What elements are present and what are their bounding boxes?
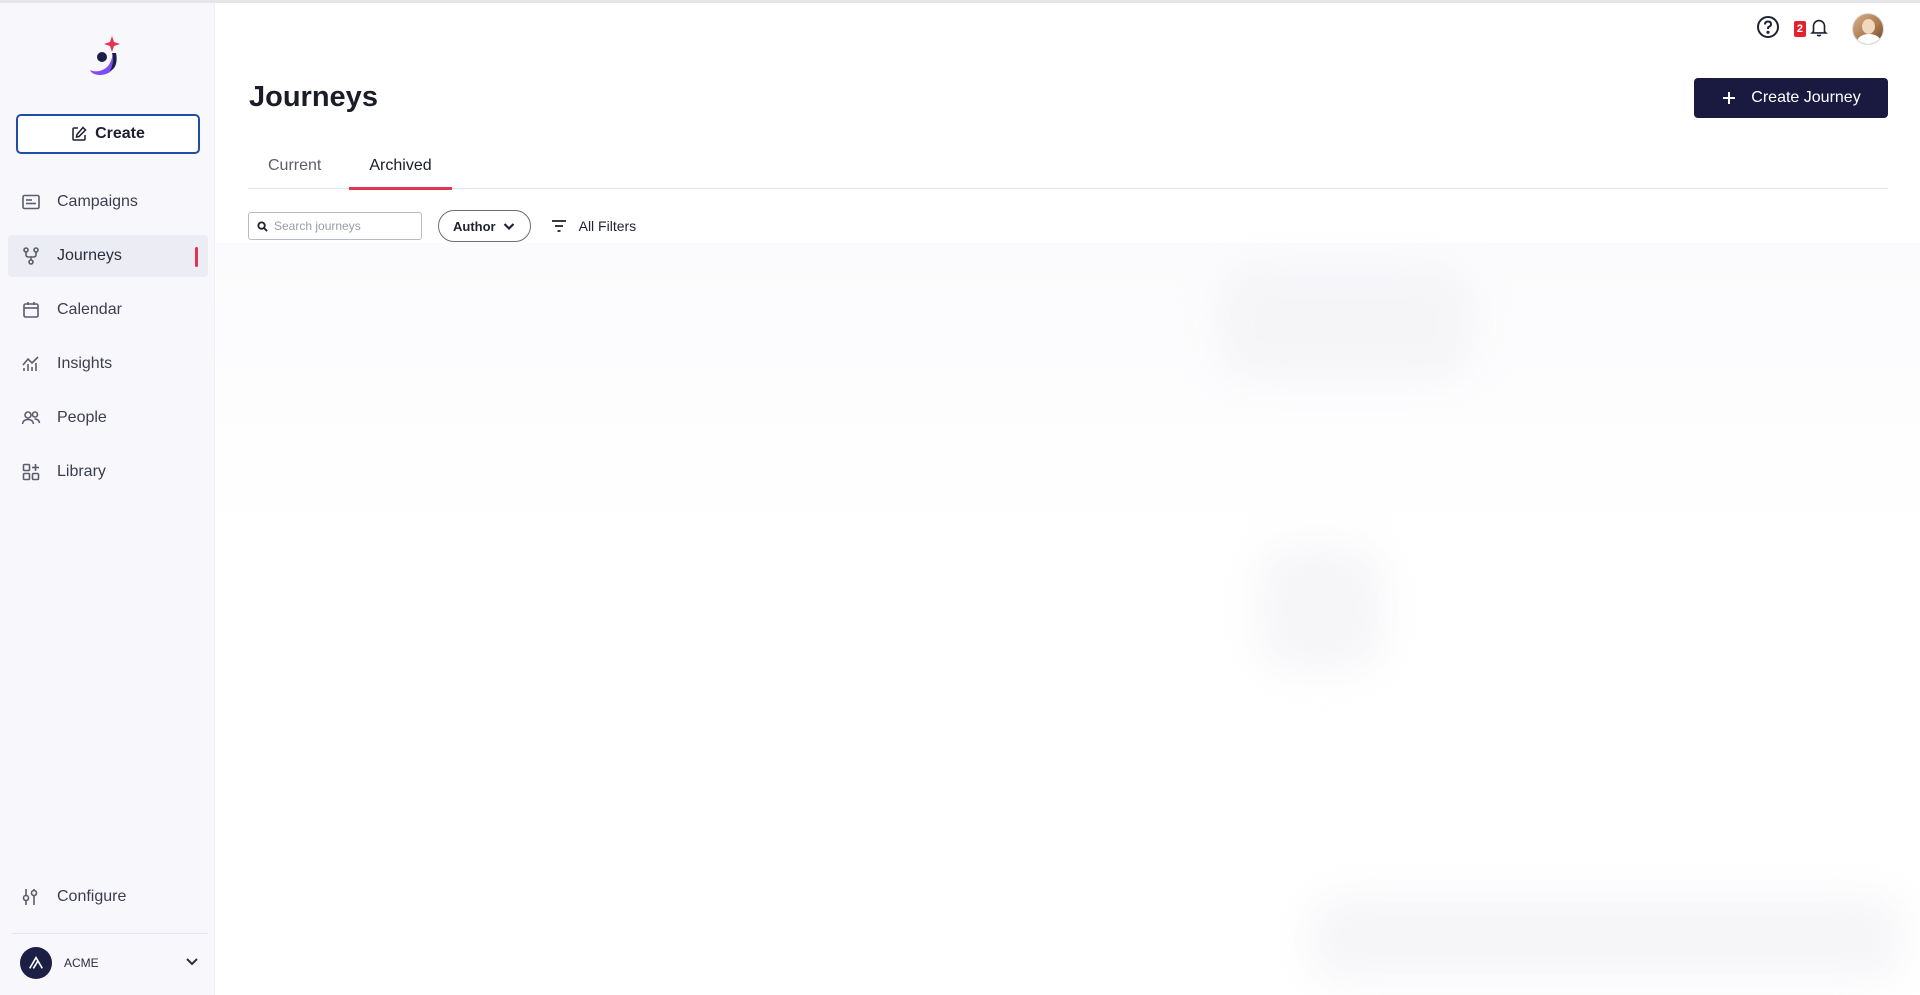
- org-name: ACME: [64, 956, 99, 970]
- library-icon: [20, 461, 42, 483]
- sidebar-divider: [12, 933, 208, 934]
- configure-icon: [22, 889, 38, 905]
- sidebar-item-library[interactable]: Library: [8, 451, 208, 493]
- chevron-down-icon: [184, 953, 200, 974]
- org-switcher[interactable]: ACME: [20, 947, 200, 979]
- main-content: 2 Journeys Create Journey Current Archiv…: [216, 3, 1920, 995]
- sidebar-item-label: People: [57, 409, 107, 426]
- sidebar: Create Campaigns Journeys Calendar Insig…: [0, 3, 215, 995]
- filter-icon: [551, 220, 566, 232]
- calendar-icon: [20, 299, 42, 321]
- create-journey-button[interactable]: Create Journey: [1694, 78, 1888, 118]
- bell-icon: [1808, 16, 1830, 43]
- help-icon[interactable]: [1756, 15, 1780, 44]
- campaigns-icon: [20, 191, 42, 213]
- author-filter-dropdown[interactable]: Author: [438, 210, 531, 242]
- insights-icon: [20, 353, 42, 375]
- sidebar-item-label: Journeys: [57, 247, 122, 264]
- loading-placeholder: [1216, 263, 1476, 383]
- sidebar-item-label: Calendar: [57, 301, 122, 318]
- all-filters-button[interactable]: All Filters: [549, 216, 637, 236]
- sidebar-item-configure[interactable]: Configure: [20, 887, 126, 907]
- journeys-icon: [20, 245, 42, 267]
- sidebar-item-label: Library: [57, 463, 106, 480]
- plus-icon: [1723, 92, 1736, 104]
- journeys-list-loading: [216, 243, 1920, 995]
- create-journey-label: Create Journey: [1751, 89, 1861, 106]
- sidebar-item-label: Campaigns: [57, 193, 138, 210]
- search-box[interactable]: [248, 212, 422, 240]
- author-filter-label: Author: [453, 218, 496, 234]
- sidebar-item-label: Insights: [57, 355, 113, 372]
- configure-label: Configure: [57, 888, 127, 905]
- app-window: Create Campaigns Journeys Calendar Insig…: [0, 0, 1920, 995]
- sidebar-item-journeys[interactable]: Journeys: [8, 235, 208, 277]
- sidebar-item-insights[interactable]: Insights: [8, 343, 208, 385]
- tab-archived[interactable]: Archived: [349, 143, 452, 190]
- create-button[interactable]: Create: [16, 114, 200, 154]
- app-logo[interactable]: [88, 35, 128, 79]
- people-icon: [20, 407, 42, 429]
- create-button-label: Create: [95, 125, 145, 142]
- filter-bar: Author All Filters: [248, 210, 636, 242]
- top-bar: 2: [1756, 13, 1884, 45]
- search-input[interactable]: [274, 219, 414, 233]
- active-indicator: [195, 247, 198, 267]
- sidebar-item-people[interactable]: People: [8, 397, 208, 439]
- all-filters-label: All Filters: [578, 218, 637, 234]
- chevron-down-icon: [503, 223, 514, 231]
- edit-icon: [72, 126, 87, 141]
- notification-badge: 2: [1793, 21, 1806, 37]
- sidebar-item-campaigns[interactable]: Campaigns: [8, 181, 208, 223]
- user-avatar[interactable]: [1852, 13, 1884, 45]
- tab-current[interactable]: Current: [248, 143, 341, 189]
- loading-placeholder: [1306, 893, 1906, 983]
- sidebar-item-calendar[interactable]: Calendar: [8, 289, 208, 331]
- search-icon: [257, 220, 268, 232]
- sidebar-nav: Campaigns Journeys Calendar Insights Peo…: [8, 181, 208, 505]
- org-logo-icon: [20, 947, 52, 979]
- journey-tabs: Current Archived: [248, 143, 1888, 190]
- page-title: Journeys: [249, 81, 378, 113]
- notifications-button[interactable]: 2: [1793, 16, 1830, 43]
- loading-placeholder: [1256, 543, 1386, 673]
